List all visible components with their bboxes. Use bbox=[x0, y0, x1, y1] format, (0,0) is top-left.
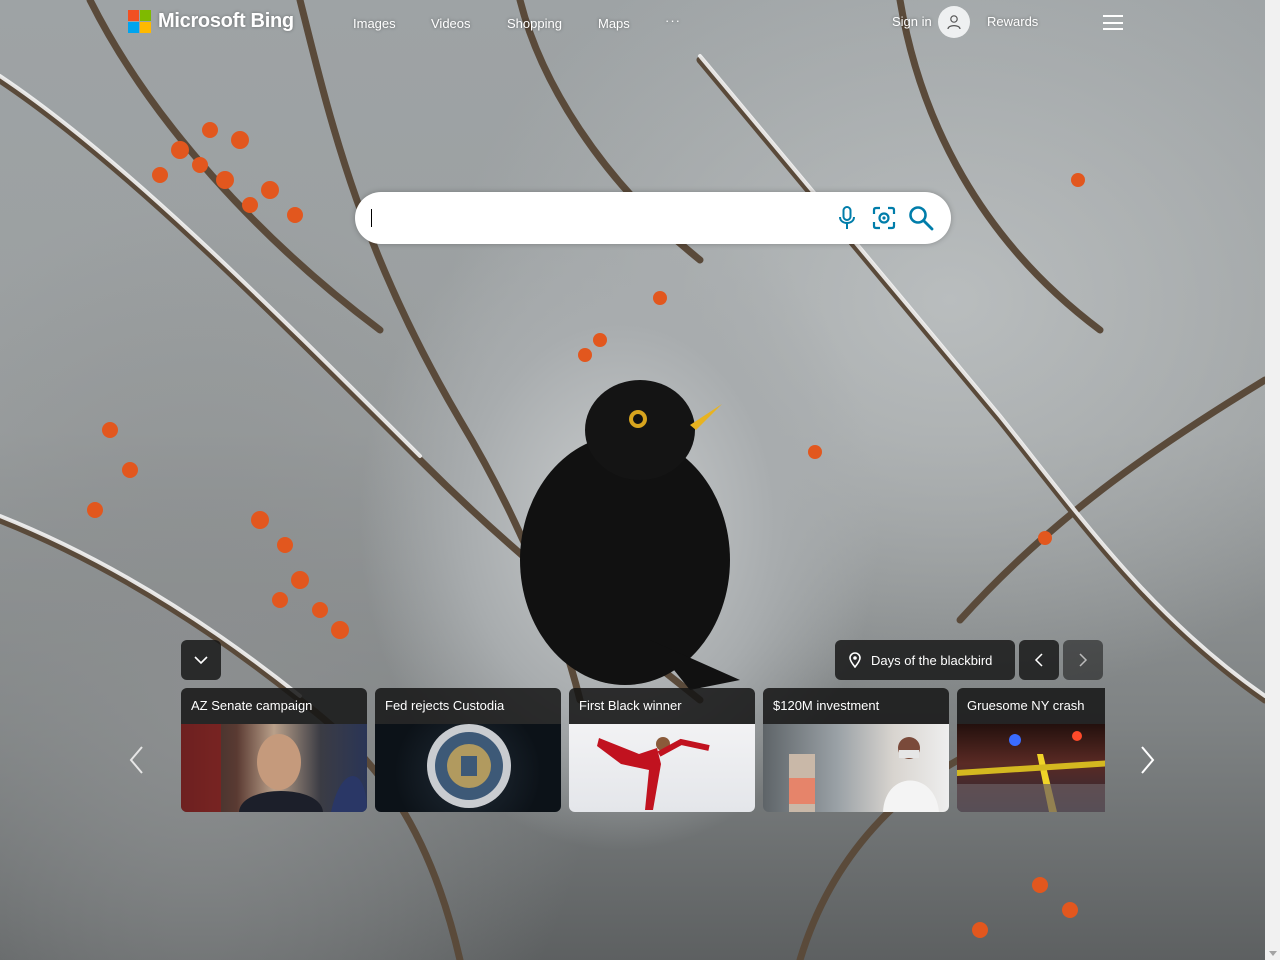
nav-images[interactable]: Images bbox=[353, 16, 431, 32]
scroll-down-arrow[interactable] bbox=[1269, 951, 1277, 956]
news-card-title: First Black winner bbox=[569, 688, 755, 724]
carousel-next-arrow[interactable] bbox=[1138, 744, 1158, 776]
background-image bbox=[0, 0, 1265, 960]
logo-text: Microsoft Bing bbox=[158, 10, 294, 32]
news-card-title: Fed rejects Custodia bbox=[375, 688, 561, 724]
microphone-icon[interactable] bbox=[834, 205, 860, 231]
nav-videos[interactable]: Videos bbox=[431, 16, 507, 32]
news-card-title: AZ Senate campaign bbox=[181, 688, 367, 724]
next-image-button[interactable] bbox=[1063, 640, 1103, 680]
avatar[interactable] bbox=[938, 6, 970, 38]
collapse-feed-button[interactable] bbox=[181, 640, 221, 680]
news-carousel: AZ Senate campaign Fed rejects Custodia … bbox=[181, 688, 1105, 812]
news-card[interactable]: First Black winner bbox=[569, 688, 755, 812]
news-card-image bbox=[181, 724, 367, 812]
text-caret bbox=[371, 209, 372, 227]
chevron-left-icon bbox=[1034, 653, 1043, 667]
news-card[interactable]: $120M investment bbox=[763, 688, 949, 812]
hamburger-menu-icon[interactable] bbox=[1103, 15, 1123, 30]
chevron-down-icon bbox=[194, 656, 208, 665]
background-scene bbox=[0, 0, 1265, 960]
top-nav: Images Videos Shopping Maps ··· bbox=[353, 14, 681, 32]
microsoft-logo-icon bbox=[128, 10, 151, 33]
chevron-left-icon bbox=[129, 746, 143, 774]
carousel-prev-arrow[interactable] bbox=[126, 744, 146, 776]
search-box bbox=[355, 192, 951, 244]
news-card-image bbox=[569, 724, 755, 812]
nav-shopping[interactable]: Shopping bbox=[507, 16, 598, 32]
search-input[interactable] bbox=[371, 204, 815, 234]
sign-in-link[interactable]: Sign in bbox=[892, 14, 932, 29]
news-card[interactable]: Gruesome NY crash bbox=[957, 688, 1105, 812]
nav-maps[interactable]: Maps bbox=[598, 16, 665, 32]
previous-image-button[interactable] bbox=[1019, 640, 1059, 680]
chevron-right-icon bbox=[1141, 746, 1155, 774]
news-card-title: Gruesome NY crash bbox=[957, 688, 1105, 724]
search-icon[interactable] bbox=[908, 205, 934, 231]
news-card[interactable]: Fed rejects Custodia bbox=[375, 688, 561, 812]
page-scrollbar[interactable] bbox=[1265, 0, 1280, 960]
news-card-title: $120M investment bbox=[763, 688, 949, 724]
image-caption: Days of the blackbird bbox=[871, 652, 993, 668]
nav-more[interactable]: ··· bbox=[665, 14, 681, 32]
location-pin-icon bbox=[849, 652, 861, 668]
bing-logo[interactable]: Microsoft Bing bbox=[128, 10, 294, 33]
image-info-button[interactable]: Days of the blackbird bbox=[835, 640, 1015, 680]
chevron-right-icon bbox=[1079, 653, 1088, 667]
news-card[interactable]: AZ Senate campaign bbox=[181, 688, 367, 812]
visual-search-icon[interactable] bbox=[871, 205, 897, 231]
news-card-image bbox=[957, 724, 1105, 812]
rewards-link[interactable]: Rewards bbox=[987, 14, 1038, 29]
news-card-image bbox=[375, 724, 561, 812]
user-icon bbox=[947, 15, 961, 30]
news-card-image bbox=[763, 724, 949, 812]
